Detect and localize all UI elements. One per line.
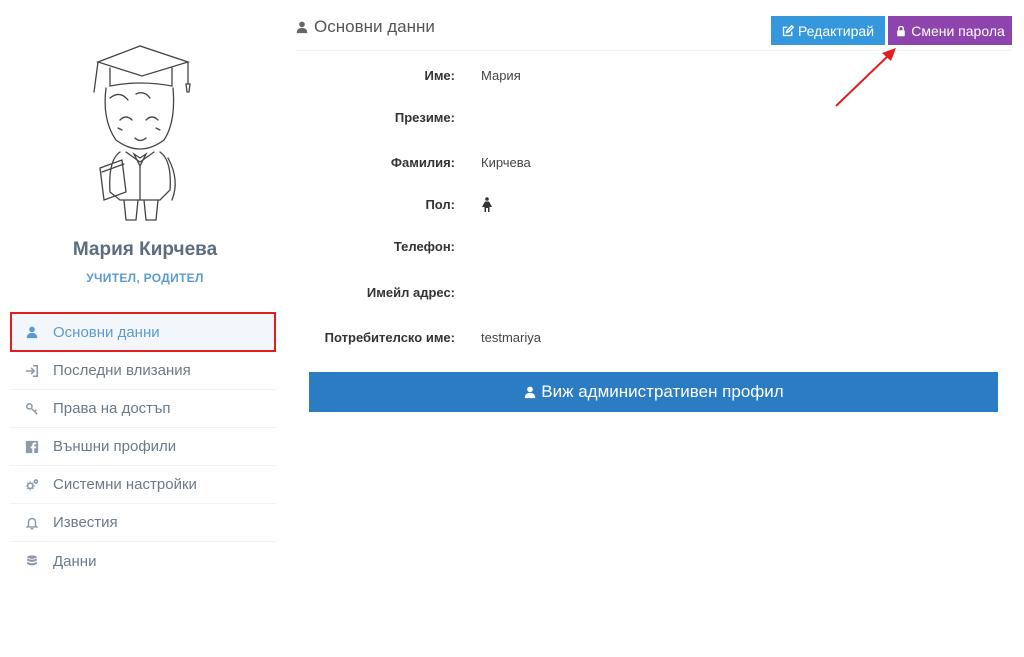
field-row-first-name: Име: Мария bbox=[295, 68, 1015, 88]
field-value: testmariya bbox=[481, 330, 541, 345]
sidebar-item-label: Последни влизания bbox=[53, 362, 191, 379]
sidebar-item-label: Външни профили bbox=[53, 438, 177, 455]
change-password-label: Смени парола bbox=[911, 22, 1005, 39]
lock-icon bbox=[897, 25, 905, 36]
sidebar-item-label: Известия bbox=[53, 514, 118, 531]
key-icon bbox=[24, 401, 40, 417]
edit-icon bbox=[782, 24, 794, 36]
profile-name: Мария Кирчева bbox=[72, 239, 218, 260]
field-label: Име: bbox=[424, 68, 455, 83]
sidebar-item-basic-data[interactable]: Основни данни bbox=[10, 312, 276, 352]
bell-icon bbox=[24, 515, 40, 531]
female-icon bbox=[482, 197, 492, 212]
view-admin-profile-label: Виж административен профил bbox=[541, 382, 784, 401]
sidebar-item-notifications[interactable]: Известия bbox=[10, 504, 276, 542]
edit-button-label: Редактирай bbox=[797, 22, 875, 39]
cogs-icon bbox=[24, 477, 40, 493]
sidebar-item-label: Права на достъп bbox=[53, 400, 171, 417]
sidebar-item-access-rights[interactable]: Права на достъп bbox=[10, 390, 276, 428]
field-value: Мария bbox=[481, 68, 521, 83]
view-admin-profile-button[interactable]: Виж административен профил bbox=[309, 372, 998, 412]
user-icon bbox=[525, 386, 536, 399]
field-row-last-name: Фамилия: Кирчева bbox=[295, 155, 1015, 175]
panel-caption-text: Основни данни bbox=[314, 17, 435, 36]
field-row-gender: Пол: bbox=[295, 197, 1015, 217]
panel-caption: Основни данни bbox=[295, 17, 435, 37]
edit-button[interactable]: Редактирай bbox=[771, 16, 885, 45]
field-label: Имейл адрес: bbox=[366, 285, 455, 300]
sidebar-item-label: Данни bbox=[53, 552, 97, 570]
database-icon bbox=[24, 553, 40, 569]
caption-divider bbox=[295, 50, 1011, 51]
sidebar: Мария Кирчева УЧИТЕЛ, РОДИТЕЛ Основни да… bbox=[0, 0, 290, 657]
sidebar-item-data[interactable]: Данни bbox=[10, 542, 276, 580]
user-icon bbox=[296, 21, 308, 34]
field-row-email: Имейл адрес: bbox=[295, 285, 1015, 305]
sidebar-item-last-logins[interactable]: Последни влизания bbox=[10, 352, 276, 390]
field-row-middle-name: Презиме: bbox=[295, 110, 1015, 130]
field-label: Презиме: bbox=[394, 110, 455, 125]
field-label: Потребителско име: bbox=[324, 330, 455, 345]
sidebar-item-label: Основни данни bbox=[53, 323, 160, 341]
sidebar-item-label: Системни настройки bbox=[53, 476, 197, 493]
sidebar-item-external-profiles[interactable]: Външни профили bbox=[10, 428, 276, 466]
field-label: Пол: bbox=[425, 197, 455, 212]
annotation-arrow bbox=[835, 48, 896, 107]
change-password-button[interactable]: Смени парола bbox=[888, 16, 1012, 45]
main-panel: Основни данни Редактирай Смени парола Им… bbox=[295, 0, 1015, 657]
facebook-icon bbox=[24, 439, 40, 455]
field-row-username: Потребителско име: testmariya bbox=[295, 330, 1015, 350]
profile-nav: Основни данни Последни влизания Права на… bbox=[10, 312, 276, 580]
field-label: Телефон: bbox=[393, 239, 455, 254]
sign-in-icon bbox=[24, 363, 40, 379]
profile-roles: УЧИТЕЛ, РОДИТЕЛ bbox=[86, 271, 204, 285]
field-row-phone: Телефон: bbox=[295, 239, 1015, 259]
field-label: Фамилия: bbox=[390, 155, 455, 170]
teacher-avatar-illustration bbox=[93, 45, 191, 221]
field-value bbox=[481, 197, 493, 216]
sidebar-item-system-settings[interactable]: Системни настройки bbox=[10, 466, 276, 504]
field-value: Кирчева bbox=[481, 155, 531, 170]
user-icon bbox=[24, 324, 40, 340]
